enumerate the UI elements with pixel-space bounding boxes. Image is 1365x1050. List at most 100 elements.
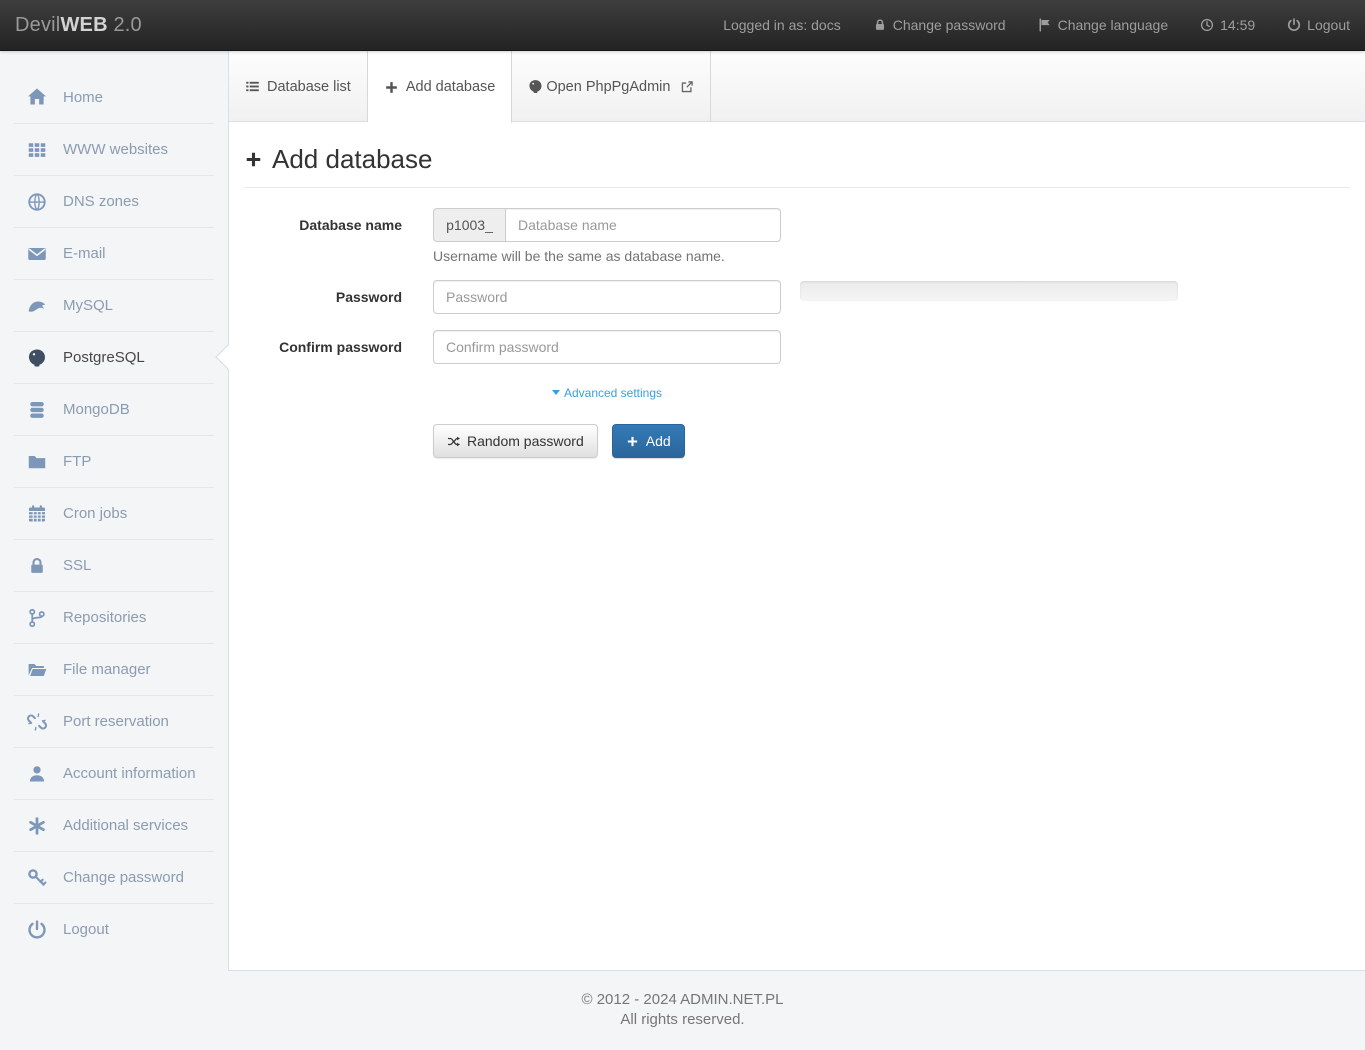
sidebar-item-dns-zones[interactable]: DNS zones	[14, 175, 214, 227]
tab-database-list[interactable]: Database list	[229, 51, 368, 122]
random-password-button[interactable]: Random password	[433, 424, 598, 458]
top-navbar: DevilWEB 2.0 Logged in as: docs Change p…	[0, 0, 1365, 51]
title-divider	[244, 187, 1350, 188]
password-controls	[433, 280, 781, 314]
tab-bar: Database list Add database Open PhpPgAdm…	[229, 51, 1365, 122]
password-input[interactable]	[433, 280, 781, 314]
database-name-input[interactable]	[505, 208, 781, 242]
add-button-label: Add	[646, 433, 671, 449]
sidebar-item-label: Port reservation	[63, 713, 169, 730]
power-icon	[1287, 18, 1301, 32]
database-name-controls: p1003_ Username will be the same as data…	[433, 208, 781, 264]
advanced-settings-row: Advanced settings	[433, 382, 781, 400]
sidebar-item-email[interactable]: E-mail	[14, 227, 214, 279]
sidebar: Home WWW websites DNS zones E-mail MySQL…	[0, 51, 228, 971]
sidebar-item-ssl[interactable]: SSL	[14, 539, 214, 591]
shuffle-icon	[447, 435, 460, 448]
tab-label: Database list	[267, 79, 351, 95]
sidebar-item-mysql[interactable]: MySQL	[14, 279, 214, 331]
form-buttons-row: Random password Add	[433, 424, 1350, 458]
confirm-password-controls	[433, 330, 781, 364]
envelope-icon	[27, 244, 47, 264]
sidebar-item-repositories[interactable]: Repositories	[14, 591, 214, 643]
plus-icon	[626, 435, 639, 448]
sidebar-item-label: MongoDB	[63, 401, 130, 418]
sidebar-item-label: Home	[63, 89, 103, 106]
sidebar-item-change-password[interactable]: Change password	[14, 851, 214, 903]
sidebar-item-label: E-mail	[63, 245, 106, 262]
sidebar-item-label: Logout	[63, 921, 109, 938]
tab-add-database[interactable]: Add database	[368, 51, 513, 123]
time-text: 14:59	[1220, 17, 1255, 33]
confirm-password-label: Confirm password	[244, 330, 433, 364]
sidebar-item-mongodb[interactable]: MongoDB	[14, 383, 214, 435]
sidebar-item-home[interactable]: Home	[14, 71, 214, 123]
random-password-label: Random password	[467, 433, 584, 449]
tab-label: Add database	[406, 79, 496, 95]
sidebar-item-port-reservation[interactable]: Port reservation	[14, 695, 214, 747]
navbar-change-language[interactable]: Change language	[1038, 17, 1169, 33]
sidebar-item-additional-services[interactable]: Additional services	[14, 799, 214, 851]
lock-icon	[873, 18, 887, 32]
navbar-change-password[interactable]: Change password	[873, 17, 1006, 33]
sidebar-menu: Home WWW websites DNS zones E-mail MySQL…	[0, 71, 228, 955]
database-name-label: Database name	[244, 208, 433, 264]
external-link-icon	[680, 80, 694, 94]
sidebar-item-label: Account information	[63, 765, 196, 782]
rights-text: All rights reserved.	[0, 1010, 1365, 1030]
folder-open-icon	[27, 660, 47, 680]
password-row: Password	[244, 280, 1350, 314]
brand-logo[interactable]: DevilWEB 2.0	[15, 14, 142, 37]
change-language-label: Change language	[1058, 17, 1169, 33]
logged-in-as-text: Logged in as: docs	[723, 17, 841, 33]
postgresql-elephant-icon	[27, 348, 47, 368]
brand-part-web: WEB	[60, 14, 107, 36]
plus-icon	[384, 80, 399, 95]
page-footer: © 2012 - 2024 ADMIN.NET.PL All rights re…	[0, 971, 1365, 1050]
main-area: Database list Add database Open PhpPgAdm…	[228, 51, 1365, 971]
password-label: Password	[244, 280, 433, 314]
add-database-form: Database name p1003_ Username will be th…	[244, 208, 1350, 458]
lock-icon	[27, 556, 47, 576]
sidebar-item-label: Cron jobs	[63, 505, 127, 522]
content-panel: Add database Database name p1003_ Userna…	[229, 122, 1365, 971]
brand-part-devil: Devil	[15, 14, 60, 36]
page-title-text: Add database	[272, 144, 432, 175]
sidebar-item-ftp[interactable]: FTP	[14, 435, 214, 487]
user-icon	[27, 764, 47, 784]
navbar-clock: 14:59	[1200, 17, 1255, 33]
navbar-right-menu: Logged in as: docs Change password Chang…	[691, 17, 1350, 33]
sidebar-item-postgresql[interactable]: PostgreSQL	[14, 331, 214, 383]
power-icon	[27, 920, 47, 940]
database-name-input-group: p1003_	[433, 208, 781, 242]
clock-icon	[1200, 18, 1214, 32]
sidebar-item-label: FTP	[63, 453, 91, 470]
sidebar-item-account-information[interactable]: Account information	[14, 747, 214, 799]
page-title: Add database	[244, 144, 1350, 175]
add-button[interactable]: Add	[612, 424, 685, 458]
sidebar-item-label: DNS zones	[63, 193, 139, 210]
sidebar-item-logout[interactable]: Logout	[14, 903, 214, 955]
database-name-help: Username will be the same as database na…	[433, 248, 781, 264]
sidebar-item-label: Repositories	[63, 609, 146, 626]
tab-open-phppgadmin[interactable]: Open PhpPgAdmin	[512, 51, 711, 122]
brand-part-version: 2.0	[108, 14, 142, 36]
advanced-settings-label: Advanced settings	[564, 386, 662, 400]
mysql-dolphin-icon	[27, 296, 47, 316]
caret-down-icon	[552, 390, 560, 395]
tab-label: Open PhpPgAdmin	[546, 79, 670, 95]
navbar-logout[interactable]: Logout	[1287, 17, 1350, 33]
advanced-settings-link[interactable]: Advanced settings	[552, 386, 662, 400]
broken-link-icon	[27, 712, 47, 732]
sidebar-item-www-websites[interactable]: WWW websites	[14, 123, 214, 175]
database-icon	[27, 400, 47, 420]
sidebar-item-label: Change password	[63, 869, 184, 886]
calendar-icon	[27, 504, 47, 524]
sidebar-item-label: SSL	[63, 557, 91, 574]
sidebar-item-file-manager[interactable]: File manager	[14, 643, 214, 695]
sidebar-item-cron-jobs[interactable]: Cron jobs	[14, 487, 214, 539]
password-strength-meter	[800, 281, 1178, 301]
flag-icon	[1038, 18, 1052, 32]
confirm-password-input[interactable]	[433, 330, 781, 364]
folder-icon	[27, 452, 47, 472]
